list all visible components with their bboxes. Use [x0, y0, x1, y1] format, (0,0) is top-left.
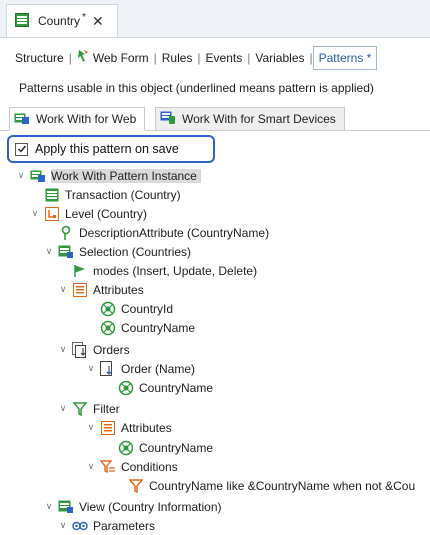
attributes-icon: [100, 420, 116, 436]
tab-web-form-label: Web Form: [92, 51, 149, 65]
conditions-icon: [100, 459, 116, 475]
order-icon: [100, 360, 116, 377]
document-tab-title: Country: [38, 14, 81, 28]
tree-node-label: Transaction (Country): [65, 187, 181, 202]
tree-node[interactable]: ∨ Filter: [58, 399, 120, 418]
level-icon: [44, 206, 60, 222]
tree-node[interactable]: DescriptionAttribute (CountryName): [58, 223, 269, 242]
tree-node-label: CountryName: [139, 380, 214, 395]
apply-pattern-checkbox[interactable]: [15, 142, 28, 156]
tree-node-label: Filter: [93, 401, 120, 416]
chevron-down-icon[interactable]: ∨: [86, 422, 96, 433]
tree-node-label: DescriptionAttribute (CountryName): [79, 225, 270, 240]
chevron-down-icon[interactable]: ∨: [30, 208, 40, 219]
transaction-icon: [44, 187, 60, 203]
tree-node[interactable]: CountryName: [100, 318, 195, 337]
close-icon[interactable]: ✕: [92, 13, 104, 30]
filter-icon: [72, 401, 88, 417]
object-tabs: Structure | Web Form | Rules | Events | …: [10, 45, 378, 71]
tree-node[interactable]: ∨ Attributes: [58, 280, 144, 299]
workwith-sd-icon: [160, 111, 176, 128]
pattern-tabs: Work With for Web Work With for Smart De…: [0, 104, 430, 131]
tree-node-label: Level (Country): [65, 206, 148, 221]
tree-node-label: modes (Insert, Update, Delete): [93, 263, 258, 278]
tree-node-label: CountryName like &CountryName when not &…: [149, 478, 416, 493]
web-form-icon: [77, 47, 89, 69]
chevron-down-icon[interactable]: ∨: [58, 344, 68, 355]
workwith-web-icon: [14, 111, 30, 128]
tab-patterns[interactable]: Patterns *: [312, 46, 378, 70]
tree-node[interactable]: ∨ Parameters: [58, 516, 155, 535]
view-icon: [58, 499, 74, 515]
tree-node[interactable]: CountryName like &CountryName when not &…: [128, 476, 415, 495]
attribute-icon: [100, 320, 116, 336]
chevron-down-icon[interactable]: ∨: [16, 170, 26, 181]
attributes-icon: [72, 282, 88, 298]
tree-node[interactable]: ∨ Orders: [58, 340, 130, 359]
tree-node[interactable]: CountryId: [100, 299, 173, 318]
key-icon: [58, 225, 74, 241]
tab-work-with-for-web-label: Work With for Web: [36, 112, 137, 126]
attribute-icon: [100, 301, 116, 317]
document-tabbar: Country * ✕: [0, 0, 430, 38]
chevron-down-icon[interactable]: ∨: [44, 501, 54, 512]
tree-node-label: CountryName: [121, 320, 196, 335]
tree-node-label: CountryName: [139, 440, 214, 455]
chevron-down-icon[interactable]: ∨: [58, 284, 68, 295]
chevron-down-icon[interactable]: ∨: [58, 403, 68, 414]
patterns-note: Patterns usable in this object (underlin…: [19, 81, 374, 95]
tab-events[interactable]: Events: [201, 47, 248, 69]
tree-node-label: Conditions: [121, 459, 178, 474]
tree-node[interactable]: ∨ Level (Country): [30, 204, 147, 223]
tab-work-with-for-smart-devices[interactable]: Work With for Smart Devices: [155, 107, 345, 131]
parameters-icon: [72, 518, 88, 534]
tree-node-label: Selection (Countries): [79, 244, 192, 259]
tree-node[interactable]: ∨ Work With Pattern Instance: [16, 166, 201, 185]
apply-pattern-option[interactable]: Apply this pattern on save: [7, 135, 215, 163]
tree-node[interactable]: ∨ Attributes: [86, 418, 172, 437]
chevron-down-icon[interactable]: ∨: [86, 461, 96, 472]
document-tab-country[interactable]: Country * ✕: [6, 4, 118, 37]
tree-node[interactable]: CountryName: [118, 378, 213, 397]
tree-node[interactable]: ∨ Conditions: [86, 457, 178, 476]
selection-icon: [58, 244, 74, 260]
tree-node-label: Parameters: [93, 518, 156, 533]
tab-structure[interactable]: Structure: [10, 47, 69, 69]
orders-icon: [72, 341, 88, 358]
tree-node-label: Orders: [93, 342, 130, 357]
attribute-icon: [118, 380, 134, 396]
tree-node-label: Order (Name): [121, 361, 196, 376]
tree-node[interactable]: CountryName: [118, 438, 213, 457]
tree-node[interactable]: ∨ View (Country Information): [44, 497, 222, 516]
tree-node[interactable]: Transaction (Country): [44, 185, 181, 204]
chevron-down-icon[interactable]: ∨: [58, 520, 68, 531]
modified-marker: *: [82, 11, 86, 23]
flag-icon: [72, 263, 88, 279]
attribute-icon: [118, 440, 134, 456]
tree-node[interactable]: modes (Insert, Update, Delete): [72, 261, 257, 280]
tree-node[interactable]: ∨ Selection (Countries): [44, 242, 191, 261]
tree-node-label: Work With Pattern Instance: [51, 168, 201, 183]
chevron-down-icon[interactable]: ∨: [86, 363, 96, 374]
tab-web-form[interactable]: Web Form: [72, 47, 154, 69]
chevron-down-icon[interactable]: ∨: [44, 246, 54, 257]
tree-node[interactable]: ∨ Order (Name): [86, 359, 195, 378]
tree-node-label: Attributes: [93, 282, 144, 297]
condition-icon: [128, 478, 144, 494]
tree-node-label: CountryId: [121, 301, 174, 316]
tab-rules[interactable]: Rules: [157, 47, 198, 69]
tree-node-label: View (Country Information): [79, 499, 222, 514]
tree-node-label: Attributes: [121, 420, 172, 435]
tab-work-with-for-smart-devices-label: Work With for Smart Devices: [182, 112, 336, 126]
workwith-icon: [30, 168, 46, 184]
apply-pattern-label: Apply this pattern on save: [35, 142, 179, 156]
tab-work-with-for-web[interactable]: Work With for Web: [9, 107, 146, 131]
tab-variables[interactable]: Variables: [250, 47, 309, 69]
transaction-icon: [15, 12, 29, 30]
